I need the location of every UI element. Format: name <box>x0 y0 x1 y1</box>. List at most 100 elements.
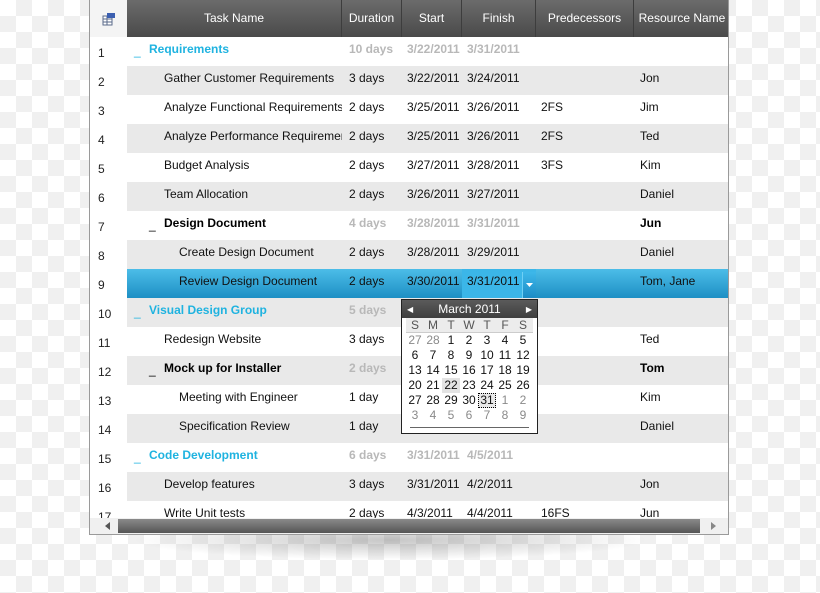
duration-cell[interactable]: 2 days <box>342 269 402 298</box>
task-name-cell[interactable]: _ Mock up for Installer <box>127 356 342 385</box>
task-name-cell[interactable]: _ Requirements <box>127 37 342 66</box>
task-name-cell[interactable]: Team Allocation <box>127 182 342 211</box>
duration-cell[interactable]: 2 days <box>342 153 402 182</box>
task-row[interactable]: 9 Review Design Document 2 days 3/30/201… <box>90 269 728 298</box>
predecessors-cell[interactable] <box>536 327 634 356</box>
row-number[interactable]: 14 <box>90 414 127 443</box>
calendar-day[interactable]: 28 <box>424 333 442 348</box>
calendar-month-title[interactable]: March 2011 <box>438 302 500 316</box>
task-name-cell[interactable]: Gather Customer Requirements <box>127 66 342 95</box>
calendar-day[interactable]: 16 <box>460 363 478 378</box>
duration-cell[interactable]: 4 days <box>342 211 402 240</box>
task-name-cell[interactable]: Meeting with Engineer <box>127 385 342 414</box>
duration-cell[interactable]: 5 days <box>342 298 402 327</box>
duration-cell[interactable]: 2 days <box>342 95 402 124</box>
scrollbar-thumb[interactable] <box>118 519 700 533</box>
predecessors-cell[interactable] <box>536 182 634 211</box>
start-cell[interactable]: 3/22/2011 <box>402 66 462 95</box>
task-row[interactable]: 16 Develop features 3 days 3/31/2011 4/2… <box>90 472 728 501</box>
calendar-day[interactable]: 17 <box>478 363 496 378</box>
task-name-cell[interactable]: Redesign Website <box>127 327 342 356</box>
task-row[interactable]: 3 Analyze Functional Requirements 2 days… <box>90 95 728 124</box>
calendar-day[interactable]: 12 <box>514 348 532 363</box>
finish-cell[interactable]: 3/28/2011 <box>462 153 536 182</box>
duration-cell[interactable]: 3 days <box>342 472 402 501</box>
finish-date-editor[interactable]: 3/31/2011 <box>462 269 536 298</box>
predecessors-cell[interactable] <box>536 211 634 240</box>
task-name-cell[interactable]: Budget Analysis <box>127 153 342 182</box>
resource-cell[interactable]: Tom <box>634 356 728 385</box>
calendar-day[interactable]: 8 <box>442 348 460 363</box>
calendar-day[interactable]: 8 <box>496 408 514 423</box>
finish-cell[interactable]: 3/24/2011 <box>462 66 536 95</box>
duration-cell[interactable]: 6 days <box>342 443 402 472</box>
start-cell[interactable]: 3/27/2011 <box>402 153 462 182</box>
calendar-day[interactable]: 10 <box>478 348 496 363</box>
finish-cell[interactable]: 3/26/2011 <box>462 95 536 124</box>
resource-cell[interactable]: Tom, Jane <box>634 269 728 298</box>
task-row[interactable]: 15 _ Code Development 6 days 3/31/2011 4… <box>90 443 728 472</box>
calendar-day[interactable]: 3 <box>478 333 496 348</box>
resource-cell[interactable]: Kim <box>634 153 728 182</box>
task-row[interactable]: 2 Gather Customer Requirements 3 days 3/… <box>90 66 728 95</box>
calendar-day[interactable]: 3 <box>406 408 424 423</box>
task-name-cell[interactable]: Analyze Functional Requirements <box>127 95 342 124</box>
resource-cell[interactable]: Kim <box>634 385 728 414</box>
collapse-toggle-icon[interactable]: _ <box>134 449 141 466</box>
calendar-day[interactable]: 15 <box>442 363 460 378</box>
collapse-toggle-icon[interactable]: _ <box>134 304 141 321</box>
task-name-cell[interactable]: Create Design Document <box>127 240 342 269</box>
task-row[interactable]: 7 _ Design Document 4 days 3/28/2011 3/3… <box>90 211 728 240</box>
finish-cell[interactable]: 4/5/2011 <box>462 443 536 472</box>
calendar-day[interactable]: 18 <box>496 363 514 378</box>
calendar-day[interactable]: 9 <box>460 348 478 363</box>
start-cell[interactable]: 3/30/2011 <box>402 269 462 298</box>
start-cell[interactable]: 3/22/2011 <box>402 37 462 66</box>
calendar-day[interactable]: 26 <box>514 378 532 393</box>
finish-date-input[interactable]: 3/31/2011 <box>467 273 520 290</box>
duration-cell[interactable]: 1 day <box>342 385 402 414</box>
predecessors-cell[interactable] <box>536 298 634 327</box>
calendar-day[interactable]: 14 <box>424 363 442 378</box>
calendar-day[interactable]: 9 <box>514 408 532 423</box>
calendar-day[interactable]: 4 <box>496 333 514 348</box>
resource-cell[interactable]: Daniel <box>634 414 728 443</box>
calendar-day[interactable]: 2 <box>514 393 532 408</box>
calendar-day[interactable]: 2 <box>460 333 478 348</box>
task-name-cell[interactable]: Develop features <box>127 472 342 501</box>
horizontal-scrollbar[interactable] <box>90 518 728 534</box>
row-number[interactable]: 7 <box>90 211 127 240</box>
predecessors-cell[interactable] <box>536 240 634 269</box>
predecessors-cell[interactable]: 2FS <box>536 95 634 124</box>
duration-cell[interactable]: 10 days <box>342 37 402 66</box>
calendar-day[interactable]: 21 <box>424 378 442 393</box>
task-name-cell[interactable]: Specification Review <box>127 414 342 443</box>
row-number[interactable]: 3 <box>90 95 127 124</box>
start-cell[interactable]: 3/28/2011 <box>402 211 462 240</box>
row-number[interactable]: 12 <box>90 356 127 385</box>
calendar-day[interactable]: 19 <box>514 363 532 378</box>
calendar-day[interactable]: 5 <box>514 333 532 348</box>
calendar-day[interactable]: 23 <box>460 378 478 393</box>
calendar-day[interactable]: 31 <box>478 393 496 408</box>
calendar-day[interactable]: 29 <box>442 393 460 408</box>
column-header-duration[interactable]: Duration <box>342 0 402 37</box>
predecessors-cell[interactable] <box>536 385 634 414</box>
calendar-day[interactable]: 6 <box>460 408 478 423</box>
calendar-day[interactable]: 28 <box>424 393 442 408</box>
row-number[interactable]: 8 <box>90 240 127 269</box>
calendar-day[interactable]: 24 <box>478 378 496 393</box>
predecessors-cell[interactable]: 3FS <box>536 153 634 182</box>
resource-cell[interactable]: Jon <box>634 66 728 95</box>
start-cell[interactable]: 3/26/2011 <box>402 182 462 211</box>
finish-cell[interactable]: 3/31/2011 <box>462 37 536 66</box>
calendar-day[interactable]: 13 <box>406 363 424 378</box>
calendar-day[interactable]: 11 <box>496 348 514 363</box>
finish-cell[interactable]: 3/29/2011 <box>462 240 536 269</box>
duration-cell[interactable]: 2 days <box>342 124 402 153</box>
row-number[interactable]: 6 <box>90 182 127 211</box>
start-cell[interactable]: 3/25/2011 <box>402 95 462 124</box>
calendar-day[interactable]: 5 <box>442 408 460 423</box>
calendar-day[interactable]: 20 <box>406 378 424 393</box>
column-header-task-name[interactable]: Task Name <box>127 0 342 37</box>
